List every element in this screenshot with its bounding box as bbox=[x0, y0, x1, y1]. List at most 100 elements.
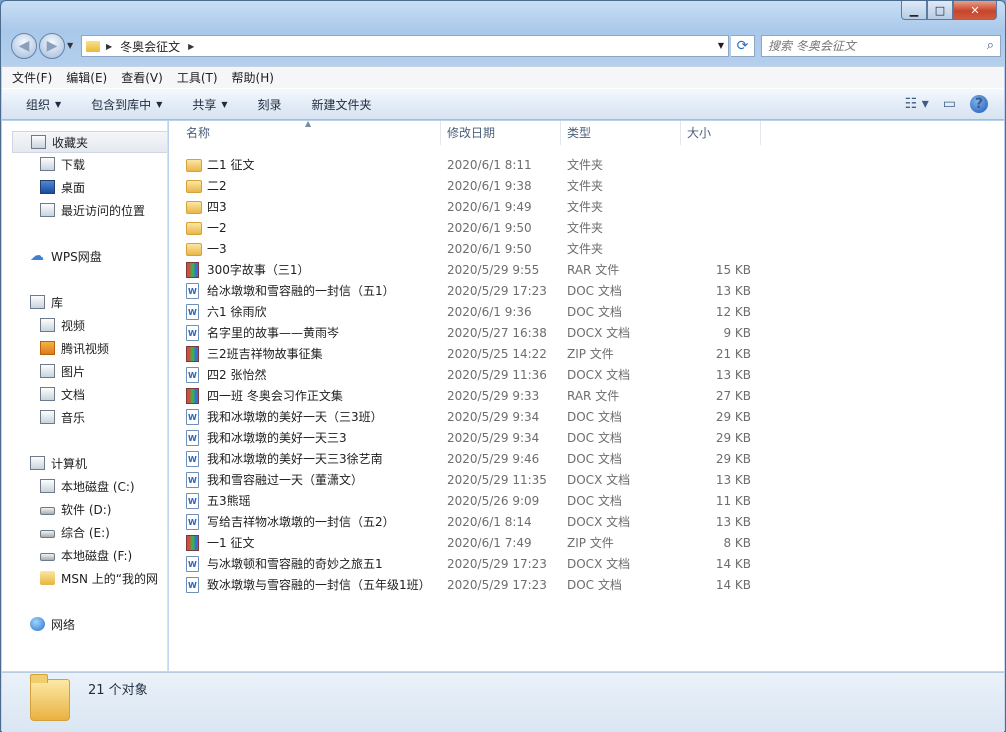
nav-drive-e[interactable]: 综合 (E:) bbox=[2, 521, 167, 543]
maximize-button[interactable]: □ bbox=[927, 1, 953, 20]
nav-network[interactable]: 网络 bbox=[2, 613, 167, 635]
column-type[interactable]: 类型 bbox=[561, 121, 681, 145]
table-row[interactable]: 四一班 冬奥会习作正文集 2020/5/29 9:33 RAR 文件 27 KB bbox=[169, 385, 751, 406]
file-name[interactable]: 二1 征文 bbox=[169, 156, 447, 173]
preview-pane-icon[interactable]: ▭ bbox=[943, 96, 956, 112]
file-name-text: 一3 bbox=[207, 242, 227, 256]
table-row[interactable]: 名字里的故事——黄雨岑 2020/5/27 16:38 DOCX 文档 9 KB bbox=[169, 322, 751, 343]
organize-button[interactable]: 组织 ▼ bbox=[26, 96, 61, 113]
view-options-icon[interactable]: ☷ ▾ bbox=[905, 96, 929, 112]
close-button[interactable]: ✕ bbox=[953, 1, 997, 20]
file-name[interactable]: 我和冰墩墩的美好一天三3徐艺南 bbox=[169, 450, 447, 467]
file-name[interactable]: 四2 张怡然 bbox=[169, 366, 447, 383]
help-icon[interactable]: ? bbox=[970, 95, 988, 113]
back-button[interactable]: ◀ bbox=[11, 33, 37, 59]
table-row[interactable]: 300字故事（三1） 2020/5/29 9:55 RAR 文件 15 KB bbox=[169, 259, 751, 280]
nav-msn[interactable]: MSN 上的“我的网 bbox=[2, 567, 167, 589]
table-row[interactable]: 四3 2020/6/1 9:49 文件夹 bbox=[169, 196, 751, 217]
table-row[interactable]: 三2班吉祥物故事征集 2020/5/25 14:22 ZIP 文件 21 KB bbox=[169, 343, 751, 364]
file-name[interactable]: 三2班吉祥物故事征集 bbox=[169, 345, 447, 362]
file-name[interactable]: 六1 徐雨欣 bbox=[169, 303, 447, 320]
file-name[interactable]: 300字故事（三1） bbox=[169, 261, 447, 278]
include-in-library-button[interactable]: 包含到库中 ▼ bbox=[91, 96, 162, 113]
forward-button[interactable]: ▶ bbox=[39, 33, 65, 59]
table-row[interactable]: 写给吉祥物冰墩墩的一封信（五2） 2020/6/1 8:14 DOCX 文档 13 K… bbox=[169, 511, 751, 532]
breadcrumb-separator-icon[interactable]: ▶ bbox=[188, 42, 194, 51]
file-name[interactable]: 我和冰墩墩的美好一天三3 bbox=[169, 429, 447, 446]
table-row[interactable]: 我和冰墩墩的美好一天三3徐艺南 2020/5/29 9:46 DOC 文档 29 KB bbox=[169, 448, 751, 469]
table-row[interactable]: 我和冰墩墩的美好一天三3 2020/5/29 9:34 DOC 文档 29 KB bbox=[169, 427, 751, 448]
table-row[interactable]: 致冰墩墩与雪容融的一封信（五年级1班） 2020/5/29 17:23 DOC 文档… bbox=[169, 574, 751, 595]
table-row[interactable]: 六1 徐雨欣 2020/6/1 9:36 DOC 文档 12 KB bbox=[169, 301, 751, 322]
file-name[interactable]: 我和雪容融过一天（董潇文） bbox=[169, 471, 447, 488]
file-name[interactable]: 一3 bbox=[169, 240, 447, 257]
nav-music[interactable]: 音乐 bbox=[2, 406, 167, 428]
minimize-button[interactable]: ▁ bbox=[901, 1, 927, 20]
column-date[interactable]: 修改日期 bbox=[441, 121, 561, 145]
search-input[interactable] bbox=[768, 37, 973, 55]
table-row[interactable]: 一3 2020/6/1 9:50 文件夹 bbox=[169, 238, 751, 259]
file-name[interactable]: 一2 bbox=[169, 219, 447, 236]
table-row[interactable]: 五3熊瑶 2020/5/26 9:09 DOC 文档 11 KB bbox=[169, 490, 751, 511]
menu-file[interactable]: 文件(F) bbox=[12, 69, 52, 86]
menu-tools[interactable]: 工具(T) bbox=[177, 69, 218, 86]
nav-recent[interactable]: 最近访问的位置 bbox=[2, 199, 167, 221]
new-folder-button[interactable]: 新建文件夹 bbox=[312, 96, 372, 113]
table-row[interactable]: 一2 2020/6/1 9:50 文件夹 bbox=[169, 217, 751, 238]
address-dropdown-icon[interactable]: ▼ bbox=[718, 41, 724, 50]
column-size[interactable]: 大小 bbox=[681, 121, 761, 145]
file-type: DOC 文档 bbox=[567, 578, 622, 592]
file-name[interactable]: 一1 征文 bbox=[169, 534, 447, 551]
nav-drive-d[interactable]: 软件 (D:) bbox=[2, 498, 167, 520]
file-name[interactable]: 给冰墩墩和雪容融的一封信（五1） bbox=[169, 282, 447, 299]
file-name[interactable]: 致冰墩墩与雪容融的一封信（五年级1班） bbox=[169, 576, 447, 593]
file-type: DOC 文档 bbox=[567, 494, 622, 508]
nav-libraries[interactable]: 库 bbox=[2, 291, 167, 313]
nav-drive-f[interactable]: 本地磁盘 (F:) bbox=[2, 544, 167, 566]
search-box[interactable]: ⌕ bbox=[761, 35, 1001, 57]
table-row[interactable]: 我和雪容融过一天（董潇文） 2020/5/29 11:35 DOCX 文档 13 KB bbox=[169, 469, 751, 490]
menu-edit[interactable]: 编辑(E) bbox=[66, 69, 107, 86]
table-row[interactable]: 四2 张怡然 2020/5/29 11:36 DOCX 文档 13 KB bbox=[169, 364, 751, 385]
recent-pages-dropdown[interactable]: ▼ bbox=[67, 41, 73, 50]
folder-icon bbox=[186, 180, 202, 193]
nav-videos[interactable]: 视频 bbox=[2, 314, 167, 336]
nav-favorites[interactable]: 收藏夹 bbox=[12, 131, 167, 153]
file-name[interactable]: 我和冰墩墩的美好一天（三3班） bbox=[169, 408, 447, 425]
nav-wps[interactable]: ☁ WPS网盘 bbox=[2, 245, 167, 267]
nav-drive-c[interactable]: 本地磁盘 (C:) bbox=[2, 475, 167, 497]
file-name[interactable]: 四一班 冬奥会习作正文集 bbox=[169, 387, 447, 404]
table-row[interactable]: 一1 征文 2020/6/1 7:49 ZIP 文件 8 KB bbox=[169, 532, 751, 553]
breadcrumb-separator-icon[interactable]: ▶ bbox=[106, 42, 112, 51]
folder-icon bbox=[186, 243, 202, 256]
file-date: 2020/5/29 9:33 bbox=[447, 388, 540, 403]
table-row[interactable]: 与冰墩顿和雪容融的奇妙之旅五1 2020/5/29 17:23 DOCX 文档 14 … bbox=[169, 553, 751, 574]
search-icon[interactable]: ⌕ bbox=[987, 38, 994, 53]
share-button[interactable]: 共享 ▼ bbox=[192, 96, 227, 113]
folder-icon bbox=[40, 571, 55, 585]
table-row[interactable]: 给冰墩墩和雪容融的一封信（五1） 2020/5/29 17:23 DOC 文档 13 … bbox=[169, 280, 751, 301]
file-name[interactable]: 写给吉祥物冰墩墩的一封信（五2） bbox=[169, 513, 447, 530]
refresh-button[interactable]: ⟳ bbox=[731, 35, 755, 57]
nav-downloads[interactable]: 下载 bbox=[2, 153, 167, 175]
file-name[interactable]: 二2 bbox=[169, 177, 447, 194]
file-date: 2020/5/29 17:23 bbox=[447, 556, 547, 571]
nav-pictures[interactable]: 图片 bbox=[2, 360, 167, 382]
table-row[interactable]: 二1 征文 2020/6/1 8:11 文件夹 bbox=[169, 154, 751, 175]
table-row[interactable]: 我和冰墩墩的美好一天（三3班） 2020/5/29 9:34 DOC 文档 29 KB bbox=[169, 406, 751, 427]
breadcrumb-item[interactable]: 冬奥会征文 bbox=[120, 38, 180, 55]
table-row[interactable]: 二2 2020/6/1 9:38 文件夹 bbox=[169, 175, 751, 196]
file-name[interactable]: 名字里的故事——黄雨岑 bbox=[169, 324, 447, 341]
file-name[interactable]: 四3 bbox=[169, 198, 447, 215]
menu-view[interactable]: 查看(V) bbox=[121, 69, 163, 86]
file-name[interactable]: 五3熊瑶 bbox=[169, 492, 447, 509]
menu-help[interactable]: 帮助(H) bbox=[232, 69, 274, 86]
column-name[interactable]: ▲ 名称 bbox=[169, 119, 441, 145]
address-bar[interactable]: ▶ 冬奥会征文 ▶ ▼ bbox=[81, 35, 729, 57]
nav-desktop[interactable]: 桌面 bbox=[2, 176, 167, 198]
nav-tencent-video[interactable]: 腾讯视频 bbox=[2, 337, 167, 359]
nav-computer[interactable]: 计算机 bbox=[2, 452, 167, 474]
burn-button[interactable]: 刻录 bbox=[258, 96, 282, 113]
nav-documents[interactable]: 文档 bbox=[2, 383, 167, 405]
file-name[interactable]: 与冰墩顿和雪容融的奇妙之旅五1 bbox=[169, 555, 447, 572]
